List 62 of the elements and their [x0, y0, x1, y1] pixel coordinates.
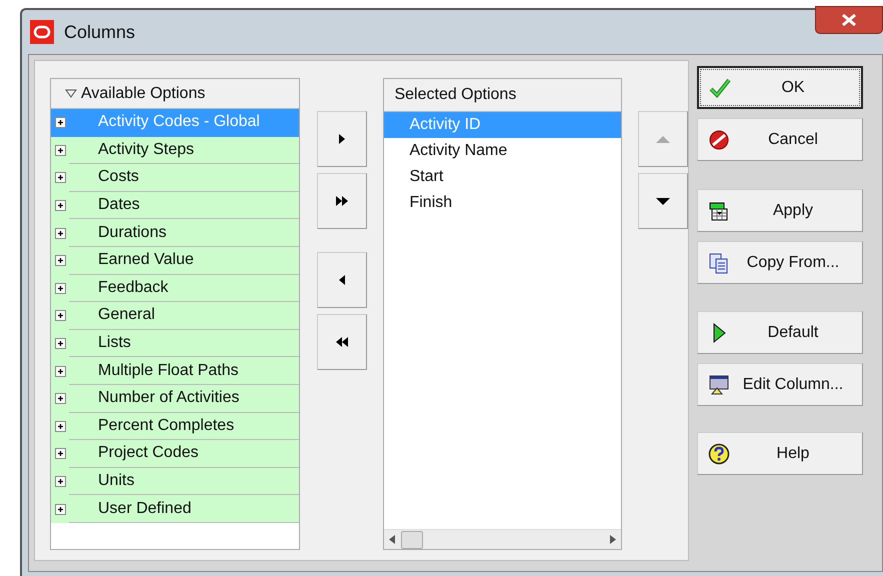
app-logo-icon — [30, 20, 54, 44]
check-icon — [709, 76, 731, 98]
up-triangle-icon — [656, 134, 670, 144]
option-item[interactable]: Dates — [69, 192, 300, 220]
default-button[interactable]: Default — [697, 311, 863, 354]
option-item[interactable]: Multiple Float Paths — [69, 357, 300, 385]
scroll-thumb[interactable] — [401, 530, 424, 548]
option-item[interactable]: Percent Completes — [69, 412, 300, 440]
no-entry-icon — [708, 128, 730, 150]
option-item[interactable]: Costs — [69, 164, 300, 192]
expand-plus-icon[interactable] — [54, 172, 66, 184]
list-header-label: Available Options — [81, 84, 206, 104]
cancel-button[interactable]: Cancel — [697, 118, 863, 161]
expand-plus-icon[interactable] — [54, 255, 66, 266]
expand-plus-icon[interactable] — [54, 420, 66, 432]
expand-plus-icon[interactable] — [54, 476, 66, 488]
remove-all-arrows-icon — [336, 336, 348, 348]
option-item[interactable]: Earned Value — [69, 246, 300, 275]
selected-option-item[interactable]: Finish — [384, 190, 621, 216]
remove-all-button[interactable] — [317, 314, 368, 370]
ok-button[interactable]: OK — [697, 66, 863, 109]
expand-plus-icon[interactable] — [54, 228, 66, 239]
window-title: Columns — [64, 20, 136, 44]
table-icon — [708, 200, 730, 222]
scroll-left-icon — [389, 535, 396, 544]
expand-plus-icon[interactable] — [54, 144, 66, 156]
close-button[interactable] — [815, 6, 883, 34]
screen-edit-icon — [708, 374, 730, 396]
down-triangle-icon — [656, 196, 670, 206]
option-item[interactable]: General — [69, 302, 300, 330]
expand-plus-icon[interactable] — [54, 338, 66, 350]
option-item[interactable]: User Defined — [69, 495, 300, 523]
option-item[interactable]: Project Codes — [69, 440, 300, 468]
add-all-arrows-icon — [336, 195, 348, 207]
expand-plus-icon[interactable] — [54, 282, 66, 294]
copy-button[interactable]: Copy From... — [697, 241, 863, 284]
scroll-right-icon — [610, 535, 616, 544]
close-icon — [842, 14, 856, 26]
option-item[interactable]: Activity Steps — [69, 136, 300, 164]
list-header: Selected Options — [384, 79, 621, 112]
expand-plus-icon[interactable] — [54, 393, 66, 404]
apply-button[interactable]: Apply — [697, 189, 863, 232]
selected-option-item[interactable]: Start — [384, 164, 621, 190]
option-item[interactable]: Number of Activities — [69, 384, 300, 413]
expand-plus-icon[interactable] — [54, 448, 66, 460]
selected-option-item[interactable]: Activity Name — [384, 138, 621, 164]
option-item[interactable]: Lists — [69, 330, 300, 358]
option-item[interactable]: Durations — [69, 219, 300, 247]
add-all-button[interactable] — [317, 173, 368, 229]
option-item[interactable]: Feedback — [69, 274, 300, 302]
copy-pages-icon — [708, 252, 730, 274]
expand-plus-icon[interactable] — [54, 200, 66, 212]
horizontal-scrollbar[interactable] — [384, 529, 621, 549]
expand-plus-icon[interactable] — [54, 117, 66, 128]
help-button[interactable]: Help — [697, 432, 863, 475]
expanded-triangle-icon[interactable] — [65, 88, 77, 98]
expand-plus-icon[interactable] — [54, 310, 66, 322]
option-item[interactable]: Units — [69, 468, 300, 496]
expand-plus-icon[interactable] — [54, 366, 66, 377]
expand-plus-icon[interactable] — [54, 504, 66, 515]
edit-button[interactable]: Edit Column... — [697, 363, 863, 406]
help-icon — [708, 442, 730, 464]
